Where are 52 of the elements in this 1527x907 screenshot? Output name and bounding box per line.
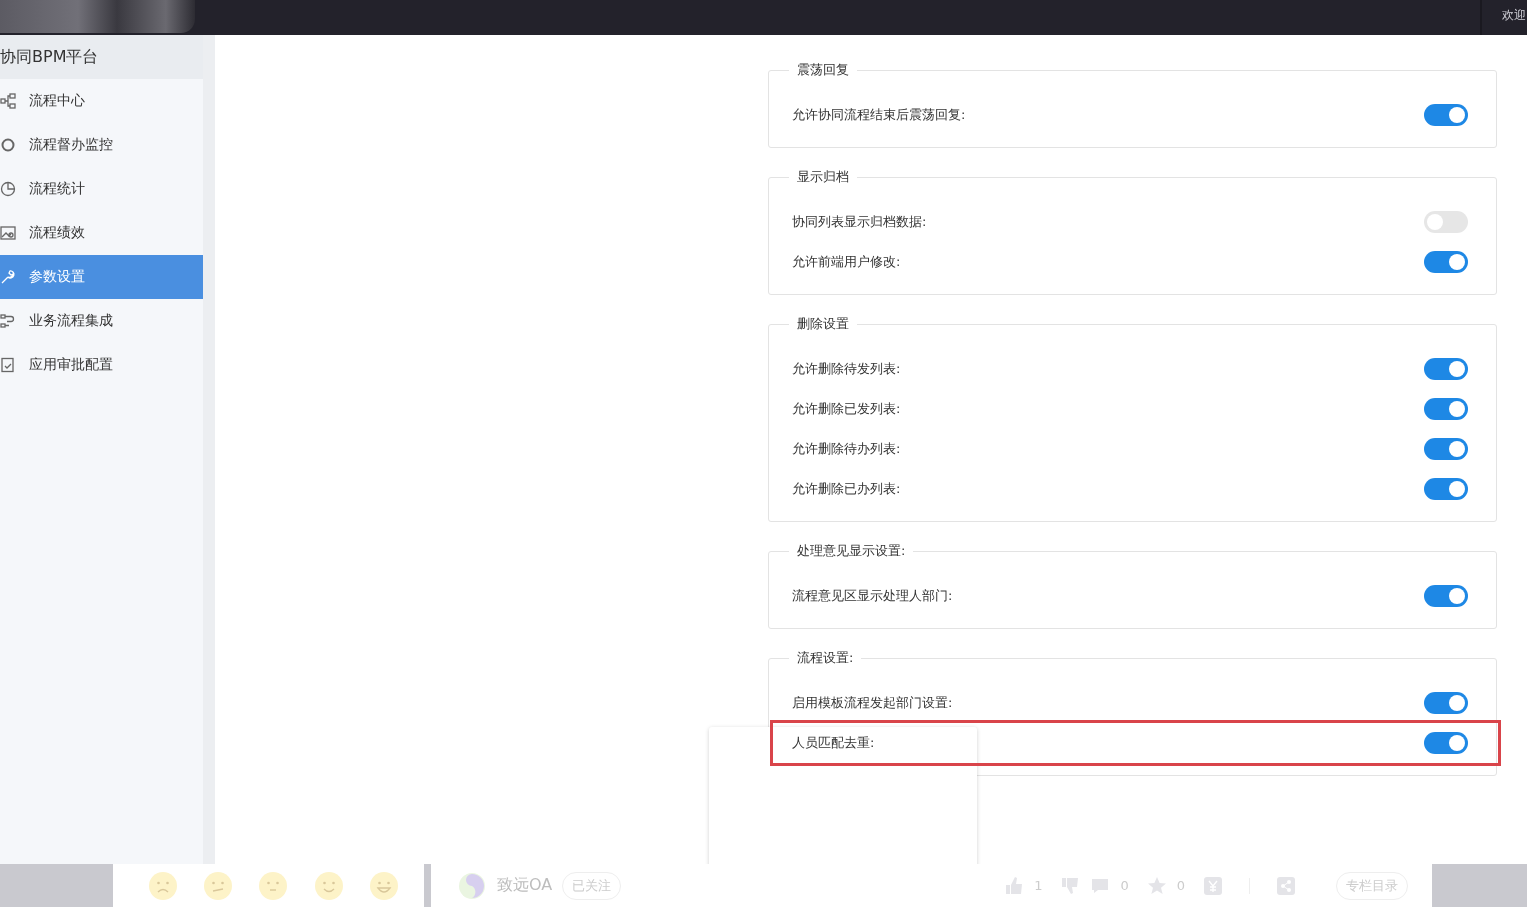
emoji-face-icon[interactable] xyxy=(313,870,344,901)
toggle-switch[interactable] xyxy=(1424,398,1468,420)
setting-label: 人员匹配去重: xyxy=(792,734,875,752)
welcome-text: 欢迎 xyxy=(1502,8,1526,22)
emoji-face-icon[interactable] xyxy=(258,870,289,901)
star-icon[interactable] xyxy=(1146,875,1167,896)
section-title: 流程设置: xyxy=(796,649,855,667)
thumbs-down-icon[interactable] xyxy=(1060,875,1081,896)
setting-label: 允许前端用户修改: xyxy=(792,253,901,271)
setting-label: 启用模板流程发起部门设置: xyxy=(792,694,953,712)
toggle-switch[interactable] xyxy=(1424,438,1468,460)
emoji-face-icon[interactable] xyxy=(203,870,234,901)
section-title: 震荡回复 xyxy=(796,61,850,79)
sidebar-item[interactable]: 流程中心 xyxy=(0,79,203,123)
checklist-icon xyxy=(0,357,16,373)
toggle-switch[interactable] xyxy=(1424,358,1468,380)
ring-icon xyxy=(0,137,16,153)
emoji-face-icon[interactable] xyxy=(148,870,179,901)
section-title: 处理意见显示设置: xyxy=(796,542,907,560)
setting-label: 协同列表显示归档数据: xyxy=(792,213,927,231)
divider-bar xyxy=(424,864,431,907)
wrench-icon xyxy=(0,269,16,285)
nodes-icon xyxy=(0,313,16,329)
pie-chart-icon xyxy=(0,181,16,197)
yen-icon[interactable] xyxy=(1203,875,1223,896)
section-title: 显示归档 xyxy=(796,168,850,186)
sidebar-title: 协同BPM平台 xyxy=(0,35,203,79)
sidebar-item[interactable]: 应用审批配置 xyxy=(0,343,203,387)
sidebar-item[interactable]: 业务流程集成 xyxy=(0,299,203,343)
setting-label: 允许删除已办列表: xyxy=(792,480,901,498)
toggle-switch[interactable] xyxy=(1424,692,1468,714)
section-title: 删除设置 xyxy=(796,315,850,333)
logo-icon xyxy=(457,870,487,901)
toggle-switch[interactable] xyxy=(1424,732,1468,754)
toggle-switch[interactable] xyxy=(1424,211,1468,233)
toggle-switch[interactable] xyxy=(1424,585,1468,607)
share-icon[interactable] xyxy=(1276,875,1296,896)
setting-label: 允许协同流程结束后震荡回复: xyxy=(792,106,966,124)
sidebar-item[interactable]: 流程统计 xyxy=(0,167,203,211)
setting-label: 允许删除待发列表: xyxy=(792,360,901,378)
toggle-switch[interactable] xyxy=(1424,104,1468,126)
chart-image-icon xyxy=(0,225,16,241)
emoji-face-icon[interactable] xyxy=(368,870,399,901)
setting-label: 流程意见区显示处理人部门: xyxy=(792,587,953,605)
setting-label: 允许删除已发列表: xyxy=(792,400,901,418)
sidebar-item[interactable]: 流程绩效 xyxy=(0,211,203,255)
thumbs-up-icon[interactable] xyxy=(1004,875,1025,896)
setting-label: 允许删除待办列表: xyxy=(792,440,901,458)
toggle-switch[interactable] xyxy=(1424,478,1468,500)
sidebar-item[interactable]: 流程督办监控 xyxy=(0,123,203,167)
toggle-switch[interactable] xyxy=(1424,251,1468,273)
flowchart-icon xyxy=(0,93,16,109)
